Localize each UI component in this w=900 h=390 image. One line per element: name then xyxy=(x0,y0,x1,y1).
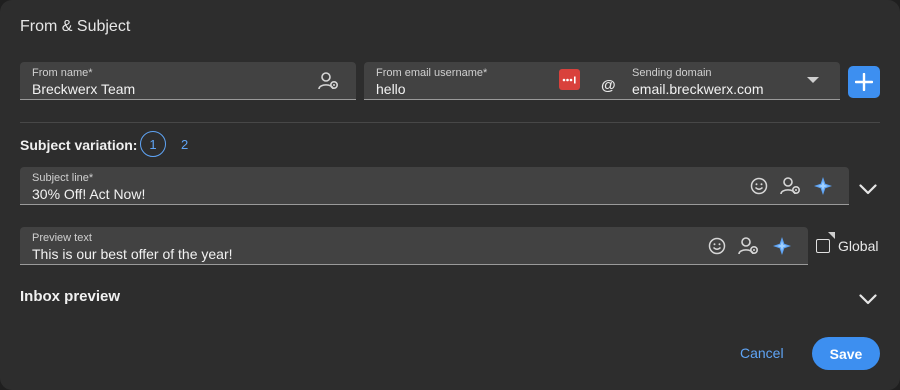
from-email-field[interactable]: From email username* hello @ Sending dom… xyxy=(364,62,840,100)
global-corner-marker-icon xyxy=(828,232,835,239)
subject-line-label: Subject line* xyxy=(32,172,94,184)
sending-domain-select[interactable]: Sending domain email.breckwerx.com xyxy=(620,62,840,100)
ai-sparkle-icon[interactable] xyxy=(771,235,793,257)
global-label: Global xyxy=(838,238,879,254)
expand-inbox-preview-chevron-icon[interactable] xyxy=(859,292,877,310)
emoji-icon[interactable] xyxy=(749,176,769,196)
plus-icon xyxy=(855,73,873,91)
subject-line-value: 30% Off! Act Now! xyxy=(32,186,146,202)
sending-domain-value: email.breckwerx.com xyxy=(632,81,764,97)
from-name-label: From name* xyxy=(32,67,93,79)
password-key-icon[interactable] xyxy=(559,69,580,90)
section-title: From & Subject xyxy=(20,18,131,35)
save-button[interactable]: Save xyxy=(812,337,880,370)
global-checkbox[interactable] xyxy=(816,239,830,253)
subject-variation-label: Subject variation: xyxy=(20,137,138,153)
dropdown-caret-icon xyxy=(806,76,820,84)
from-name-field[interactable]: From name* Breckwerx Team xyxy=(20,62,356,100)
subject-variation-1[interactable]: 1 xyxy=(140,131,166,157)
from-name-value: Breckwerx Team xyxy=(32,81,136,97)
inbox-preview-title[interactable]: Inbox preview xyxy=(20,288,120,305)
from-email-label: From email username* xyxy=(376,67,488,79)
personalize-user-icon[interactable] xyxy=(780,176,802,196)
from-subject-panel: From & Subject From name* Breckwerx Team… xyxy=(0,0,900,390)
personalize-user-icon[interactable] xyxy=(318,71,340,91)
add-sender-button[interactable] xyxy=(848,66,880,98)
subject-line-field[interactable]: Subject line* 30% Off! Act Now! xyxy=(20,167,849,205)
personalize-user-icon[interactable] xyxy=(738,236,760,256)
expand-subject-chevron-icon[interactable] xyxy=(859,182,877,200)
preview-text-field[interactable]: Preview text This is our best offer of t… xyxy=(20,227,808,265)
section-divider xyxy=(20,122,880,123)
at-sign: @ xyxy=(601,77,616,94)
cancel-button[interactable]: Cancel xyxy=(740,345,784,361)
subject-variation-2[interactable]: 2 xyxy=(181,137,188,152)
from-email-value: hello xyxy=(376,81,406,97)
emoji-icon[interactable] xyxy=(707,236,727,256)
ai-sparkle-icon[interactable] xyxy=(812,175,834,197)
preview-text-value: This is our best offer of the year! xyxy=(32,246,233,262)
sending-domain-label: Sending domain xyxy=(632,67,712,79)
preview-text-label: Preview text xyxy=(32,232,92,244)
